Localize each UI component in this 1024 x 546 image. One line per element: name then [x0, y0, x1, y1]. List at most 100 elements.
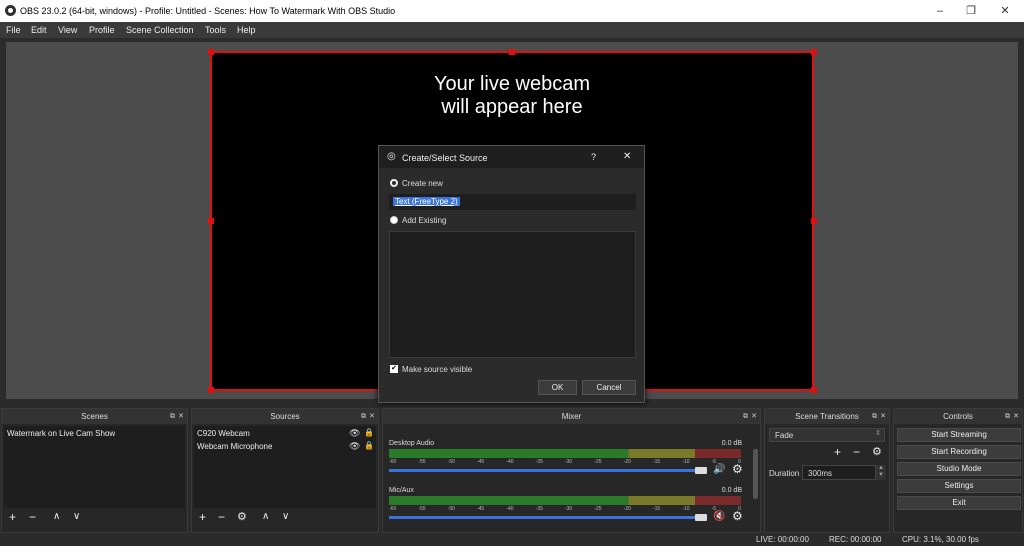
controls-dock: Controls ⧉ ✕ Start Streaming Start Recor… [893, 408, 1023, 533]
studio-mode-button[interactable]: Studio Mode [897, 462, 1021, 476]
dialog-titlebar: ◎ Create/Select Source ? ✕ [379, 146, 644, 168]
channel-name: Mic/Aux [389, 487, 414, 494]
meter-tick-label: -25 [594, 459, 602, 465]
meter-tick-label: -60 [389, 459, 397, 465]
resize-handle-l[interactable] [208, 218, 214, 224]
remove-scene-icon[interactable]: − [29, 511, 36, 523]
exit-button[interactable]: Exit [897, 496, 1021, 510]
channel-settings-gear-icon[interactable]: ⚙ [732, 463, 743, 475]
move-up-icon[interactable]: ∧ [53, 511, 60, 523]
add-scene-icon[interactable]: + [9, 511, 16, 523]
remove-transition-icon[interactable]: − [853, 446, 860, 458]
channel-settings-gear-icon[interactable]: ⚙ [732, 510, 743, 522]
lock-icon[interactable]: 🔒 [364, 428, 374, 437]
meter-tick-label: -60 [389, 506, 397, 512]
dock-float-icon[interactable]: ⧉ [1005, 409, 1010, 424]
scenes-list[interactable]: Watermark on Live Cam Show [4, 426, 185, 508]
dock-close-icon[interactable]: ✕ [369, 409, 375, 424]
resize-handle-tr[interactable] [811, 49, 817, 55]
maximize-button[interactable]: ❐ [956, 3, 986, 19]
source-name-input[interactable]: Text (FreeType 2) [389, 194, 636, 210]
move-up-icon[interactable]: ∧ [262, 511, 269, 523]
webcam-placeholder-line1: Your live webcam [433, 73, 590, 95]
dock-float-icon[interactable]: ⧉ [872, 409, 877, 424]
transition-properties-gear-icon[interactable]: ⚙ [872, 446, 882, 458]
channel-level: 0.0 dB [721, 440, 742, 447]
dock-float-icon[interactable]: ⧉ [170, 409, 175, 424]
visibility-eye-icon[interactable]: 👁 [349, 441, 360, 452]
obs-logo-icon: ◎ [387, 151, 396, 162]
dock-float-icon[interactable]: ⧉ [361, 409, 366, 424]
close-window-button[interactable]: ✕ [990, 3, 1020, 19]
cpu-status: CPU: 3.1%, 30.00 fps [902, 535, 979, 544]
start-streaming-button[interactable]: Start Streaming [897, 428, 1021, 442]
source-item[interactable]: Webcam Microphone [197, 442, 272, 451]
menu-help[interactable]: Help [237, 25, 256, 35]
resize-handle-r[interactable] [811, 218, 817, 224]
scene-item[interactable]: Watermark on Live Cam Show [7, 429, 115, 438]
mixer-scrollbar[interactable] [753, 449, 758, 499]
speaker-icon[interactable]: 🔊 [713, 464, 725, 476]
meter-ticks: -60 -55 -50 -45 -40 -35 -30 -25 -20 -15 -10 -5 0 [389, 459, 741, 465]
sources-list[interactable]: C920 Webcam 👁 🔒 Webcam Microphone 👁 🔒 [194, 426, 376, 508]
window-title: OBS 23.0.2 (64-bit, windows) - Profile: … [20, 6, 396, 16]
meter-tick-label: -30 [564, 459, 573, 465]
meter-tick-label: -50 [447, 459, 455, 465]
dock-close-icon[interactable]: ✕ [751, 409, 757, 424]
resize-handle-tl[interactable] [208, 49, 214, 55]
dock-close-icon[interactable]: ✕ [178, 409, 184, 424]
start-recording-button[interactable]: Start Recording [897, 445, 1021, 459]
settings-button[interactable]: Settings [897, 479, 1021, 493]
status-bar: LIVE: 00:00:00 REC: 00:00:00 CPU: 3.1%, … [0, 535, 1024, 546]
create-new-radio[interactable] [390, 179, 398, 187]
menu-view[interactable]: View [58, 25, 77, 35]
dialog-help-button[interactable]: ? [591, 152, 596, 162]
minimize-button[interactable]: – [925, 3, 955, 19]
move-down-icon[interactable]: ∨ [73, 511, 80, 523]
menu-tools[interactable]: Tools [205, 25, 226, 35]
visibility-eye-icon[interactable]: 👁 [349, 428, 360, 439]
transition-select[interactable]: Fade ⇕ [769, 428, 885, 442]
dialog-title: Create/Select Source [402, 153, 488, 163]
volume-slider[interactable] [389, 469, 699, 472]
menu-file[interactable]: File [6, 25, 21, 35]
create-select-source-dialog: ◎ Create/Select Source ? ✕ Create new Te… [378, 145, 645, 403]
add-transition-icon[interactable]: + [834, 446, 841, 458]
resize-handle-t[interactable] [509, 49, 515, 55]
menu-scene-collection[interactable]: Scene Collection [126, 25, 194, 35]
remove-source-icon[interactable]: − [218, 511, 225, 523]
mixer-dock-header: Mixer ⧉ ✕ [383, 409, 760, 424]
volume-slider-knob[interactable] [695, 514, 707, 521]
window-titlebar: OBS 23.0.2 (64-bit, windows) - Profile: … [0, 0, 1024, 22]
add-source-icon[interactable]: + [199, 511, 206, 523]
lock-icon[interactable]: 🔒 [364, 441, 374, 450]
move-down-icon[interactable]: ∨ [282, 511, 289, 523]
menu-profile[interactable]: Profile [89, 25, 115, 35]
meter-tick-label: -35 [535, 506, 543, 512]
muted-speaker-icon[interactable]: 🔇 [713, 511, 725, 523]
resize-handle-br[interactable] [811, 387, 817, 393]
source-properties-gear-icon[interactable]: ⚙ [237, 511, 247, 523]
dock-close-icon[interactable]: ✕ [1013, 409, 1019, 424]
menu-edit[interactable]: Edit [31, 25, 47, 35]
duration-value: 300ms [808, 469, 833, 478]
dock-float-icon[interactable]: ⧉ [743, 409, 748, 424]
volume-slider-knob[interactable] [695, 467, 707, 474]
duration-spinner[interactable]: ▲ ▼ [876, 465, 886, 480]
meter-ticks: -60 -55 -50 -45 -40 -35 -30 -25 -20 -15 -10 -5 0 [389, 506, 741, 512]
meter-tick-label: -55 [418, 506, 426, 512]
scenes-dock: Scenes ⧉ ✕ Watermark on Live Cam Show + … [1, 408, 188, 533]
dock-close-icon[interactable]: ✕ [880, 409, 886, 424]
make-visible-checkbox[interactable]: ✔ [390, 365, 398, 373]
cancel-button[interactable]: Cancel [582, 380, 636, 395]
obs-logo-icon [5, 5, 16, 16]
duration-input[interactable]: 300ms [802, 465, 876, 480]
source-item[interactable]: C920 Webcam [197, 429, 250, 438]
add-existing-radio[interactable] [390, 216, 398, 224]
volume-slider[interactable] [389, 516, 699, 519]
resize-handle-bl[interactable] [208, 387, 214, 393]
controls-dock-header: Controls ⧉ ✕ [894, 409, 1022, 424]
existing-sources-list[interactable] [389, 231, 636, 358]
ok-button[interactable]: OK [538, 380, 577, 395]
dialog-close-button[interactable]: ✕ [623, 151, 631, 162]
